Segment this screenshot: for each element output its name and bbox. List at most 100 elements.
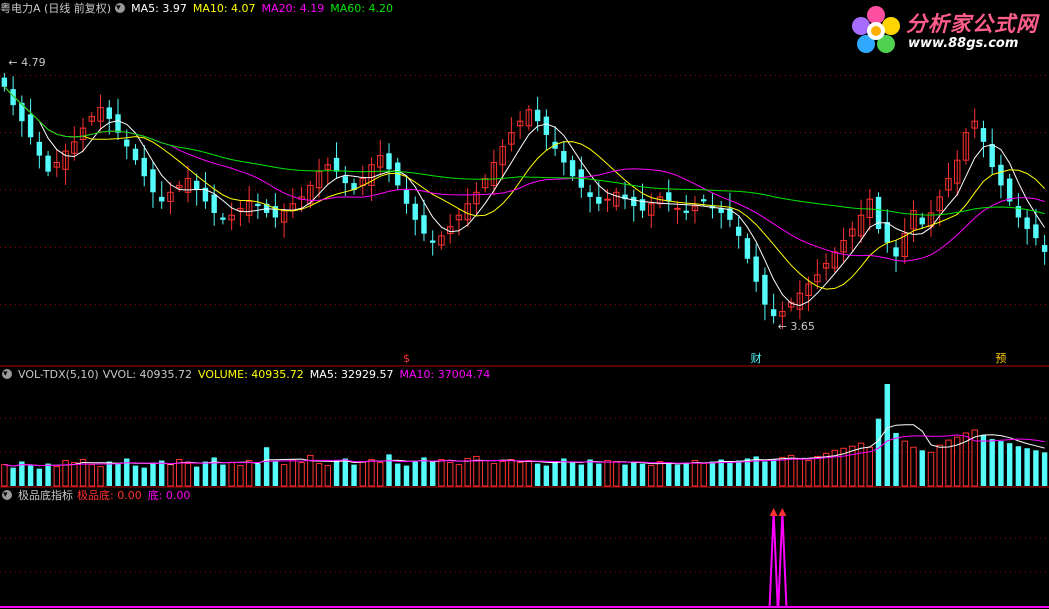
volume-bar [744,458,751,486]
volume-bar [315,463,323,487]
volume-bar [656,461,664,487]
volume-bar [893,432,899,486]
volume-bar [508,458,515,487]
volume-bar [613,461,620,487]
volume-bar [10,467,16,486]
candle-body [998,164,1004,186]
volume-bar [45,463,51,486]
volume-bar [1,464,8,487]
volume-bar [245,460,253,487]
candle-body [124,139,130,147]
volume-bar [674,464,681,486]
candle-body [735,226,742,236]
settings-icon[interactable] [2,366,12,382]
volume-bar [709,461,716,486]
candle-body [403,190,410,204]
volume-bar [910,446,917,487]
logo-title: 分析家公式网 [906,12,1038,36]
candle-body [884,222,890,243]
site-logo: 分析家公式网 www.88gs.com [848,2,1048,60]
volume-bar [587,459,593,486]
candle-body [106,107,112,119]
volume-bar [395,463,401,486]
volume-bar [421,457,427,486]
volume-bar [936,444,943,487]
volume-bar [167,464,174,487]
indicator-arrow [778,508,787,516]
volume-bar [115,463,121,486]
volume-bar [770,459,777,486]
volume-bar [1041,452,1048,486]
candle-body [255,203,261,207]
volume-bar [718,459,724,486]
volume-bar [351,464,357,486]
candle-body [980,128,987,142]
volume-bar [875,418,882,486]
candle-body [561,151,567,163]
candle-body [587,192,593,197]
candle-body [534,109,541,122]
volume-bar [543,465,550,486]
volume-bar [578,464,585,486]
volume-bar [569,462,576,486]
volume-bar [150,462,156,486]
volume-bar [561,458,567,486]
volume-bar [639,463,646,486]
volume-bar [53,466,61,487]
volume-bar [1015,446,1022,486]
main-panel-header: 粤电力A (日线 前复权) MA5: 3.97 MA10: 4.07 MA20: 4.… [0,0,399,17]
settings-icon[interactable] [2,487,12,503]
volume-bar [455,464,463,487]
volume-bar [220,464,226,486]
volume-bar [980,435,987,486]
candle-body [115,114,121,133]
ma20-label: MA20: 4.19 [261,2,325,15]
jpd-label: 极品底: 0.00 [77,489,142,502]
volume-bar [280,464,288,487]
volume-bar [1033,450,1039,486]
volume-bar [919,450,925,486]
volume-bar [79,458,87,487]
volume-bar [263,447,270,486]
volume-bar [866,446,874,487]
volume-bar [998,441,1004,486]
volume-bar [490,463,498,487]
volume-bar [342,458,349,486]
candle-body [386,153,392,170]
ma5-line [4,86,1046,307]
volume-bar [403,465,410,486]
volume-bar [27,465,34,486]
candle-body [1006,178,1013,202]
volume-bar [796,457,804,487]
candle-body [700,199,707,202]
candle-body [893,247,899,257]
volume-bar [552,461,558,486]
volume-bar [534,463,541,486]
volume-bar [691,460,699,487]
volume-bar [237,465,244,487]
main-title: 粤电力A (日线 前复权) [0,2,112,15]
candle-body [193,180,200,190]
ind-name: 极品底指标 [18,489,73,502]
volume-bar [604,460,611,487]
indicator-spike [777,511,788,607]
candle-body [683,210,689,213]
event-marker: 财 [751,351,762,365]
candle-body [543,116,550,135]
flower-logo-icon [852,6,900,53]
volume-bar [97,466,104,487]
vol-ma10-label: MA10: 37004.74 [399,368,491,381]
volume-bar [805,460,812,487]
volume-bar [184,463,192,487]
volume-bar [666,463,672,486]
volume-bar [202,461,209,486]
volume-bar [412,460,418,486]
candle-body [631,196,637,207]
indicator-arrow [769,508,778,516]
volume-bar [377,462,384,487]
candle-body [10,89,16,106]
logo-url: www.88gs.com [908,36,1019,51]
volume-bar [141,467,147,486]
settings-icon[interactable] [115,0,126,16]
volume-bar [735,460,742,486]
